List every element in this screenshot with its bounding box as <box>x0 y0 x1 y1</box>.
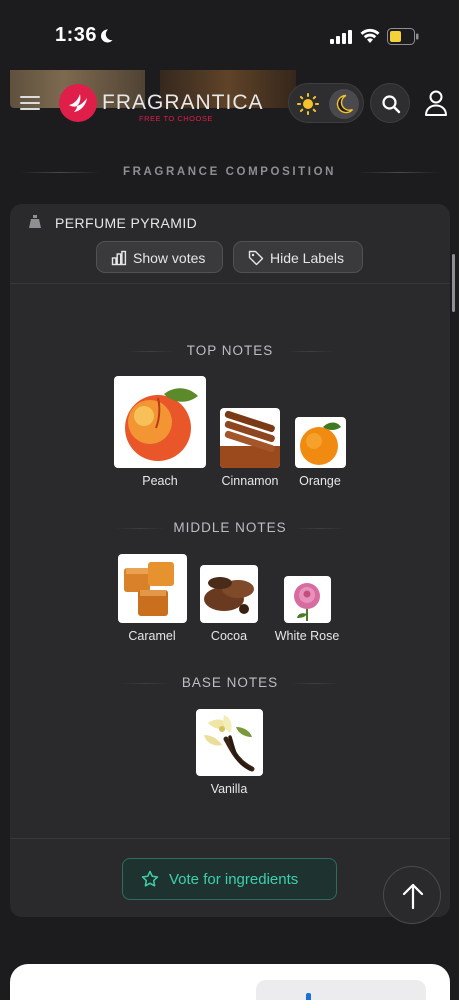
perfume-bottle-icon <box>29 215 41 228</box>
status-bar: 1:36 <box>0 0 459 70</box>
moon-icon <box>336 94 354 114</box>
peach-image <box>114 376 206 468</box>
back-to-top-button[interactable] <box>383 866 441 924</box>
note-label: White Rose <box>274 629 340 643</box>
middle-notes-title: MIDDLE NOTES <box>173 520 287 535</box>
show-votes-label: Show votes <box>133 250 206 266</box>
vote-for-ingredients-button[interactable]: Vote for ingredients <box>122 858 337 900</box>
note-orange[interactable]: Orange <box>292 417 348 488</box>
section-title: FRAGRANCE COMPOSITION <box>122 166 337 178</box>
card-header: PERFUME PYRAMID Show votes Hide Labels <box>10 204 450 284</box>
top-notes-heading: TOP NOTES <box>10 343 450 358</box>
orange-image <box>294 417 346 468</box>
white-rose-image <box>283 576 331 623</box>
menu-icon[interactable] <box>20 96 40 110</box>
moon-icon <box>100 29 113 43</box>
section-heading: FRAGRANCE COMPOSITION <box>0 162 459 184</box>
note-label: Cinnamon <box>221 474 279 488</box>
middle-notes-heading: MIDDLE NOTES <box>10 520 450 535</box>
caramel-image <box>117 554 187 623</box>
note-white-rose[interactable]: White Rose <box>270 576 344 643</box>
note-vanilla[interactable]: Vanilla <box>194 709 264 796</box>
dark-mode-button[interactable] <box>329 89 359 119</box>
logo[interactable] <box>59 84 97 122</box>
site-header: FRAGRANTICA FREE TO CHOOSE <box>0 70 459 140</box>
battery-icon <box>387 28 419 45</box>
note-cinnamon[interactable]: Cinnamon <box>218 408 282 488</box>
notes-pyramid: TOP NOTES Peach Cinnamon Orange MIDDLE N… <box>10 284 450 839</box>
arrow-up-icon <box>402 883 424 910</box>
wifi-icon <box>360 28 380 43</box>
note-label: Orange <box>299 474 341 488</box>
brand-name[interactable]: FRAGRANTICA <box>102 91 264 115</box>
signal-icon <box>330 30 352 44</box>
vote-label: Vote for ingredients <box>169 871 299 888</box>
bottom-sheet-icon <box>306 993 311 1000</box>
scrollbar[interactable] <box>452 254 455 312</box>
hide-labels-button[interactable]: Hide Labels <box>233 241 363 273</box>
show-votes-button[interactable]: Show votes <box>96 241 223 273</box>
perfume-pyramid-card: PERFUME PYRAMID Show votes Hide Labels T… <box>10 204 450 917</box>
user-icon[interactable] <box>424 90 448 116</box>
bottom-sheet[interactable] <box>10 964 450 1000</box>
note-cocoa[interactable]: Cocoa <box>198 565 260 643</box>
hide-labels-label: Hide Labels <box>270 250 344 266</box>
base-notes-title: BASE NOTES <box>181 675 279 690</box>
search-icon <box>382 95 401 114</box>
sun-icon[interactable] <box>297 93 319 115</box>
note-label: Peach <box>142 474 178 488</box>
cocoa-image <box>200 565 258 623</box>
theme-toggle[interactable] <box>288 83 364 123</box>
bottom-sheet-content <box>256 980 426 1000</box>
brand-tagline: FREE TO CHOOSE <box>139 114 213 123</box>
note-caramel[interactable]: Caramel <box>116 554 188 643</box>
note-label: Vanilla <box>210 782 248 796</box>
bar-chart-icon <box>111 250 127 266</box>
note-peach[interactable]: Peach <box>114 376 206 488</box>
note-label: Caramel <box>128 629 176 643</box>
vanilla-image <box>195 709 263 776</box>
pyramid-title: PERFUME PYRAMID <box>55 215 198 231</box>
star-icon <box>141 870 159 887</box>
tag-icon <box>248 250 264 266</box>
bird-logo-icon <box>69 94 87 112</box>
search-button[interactable] <box>370 83 410 123</box>
note-label: Cocoa <box>210 629 248 643</box>
top-notes-title: TOP NOTES <box>186 343 274 358</box>
cinnamon-image <box>220 408 280 468</box>
status-time: 1:36 <box>55 24 98 46</box>
base-notes-heading: BASE NOTES <box>10 675 450 690</box>
